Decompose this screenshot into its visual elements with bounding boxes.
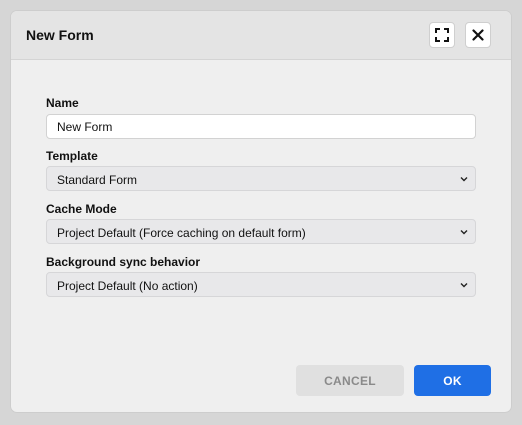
expand-button[interactable] — [429, 22, 455, 48]
close-icon — [472, 29, 484, 41]
ok-button[interactable]: OK — [414, 365, 491, 396]
name-input[interactable] — [46, 114, 476, 139]
chevron-down-icon — [460, 177, 468, 182]
expand-icon — [435, 28, 449, 42]
dialog-title: New Form — [26, 27, 94, 43]
close-button[interactable] — [465, 22, 491, 48]
dialog-header: New Form — [11, 11, 511, 60]
name-label: Name — [46, 96, 79, 110]
background-sync-label: Background sync behavior — [46, 255, 201, 269]
cache-mode-label: Cache Mode — [46, 202, 117, 216]
chevron-down-icon — [460, 283, 468, 288]
template-select[interactable]: Standard Form — [46, 166, 476, 191]
background-sync-select[interactable]: Project Default (No action) — [46, 272, 476, 297]
cache-mode-value: Project Default (Force caching on defaul… — [57, 226, 306, 240]
cache-mode-select[interactable]: Project Default (Force caching on defaul… — [46, 219, 476, 244]
cancel-button[interactable]: CANCEL — [296, 365, 404, 396]
chevron-down-icon — [460, 230, 468, 235]
template-label: Template — [46, 149, 98, 163]
new-form-dialog: New Form Name Template Standard Form Cac… — [11, 11, 511, 412]
background-sync-value: Project Default (No action) — [57, 279, 198, 293]
template-value: Standard Form — [57, 173, 138, 187]
